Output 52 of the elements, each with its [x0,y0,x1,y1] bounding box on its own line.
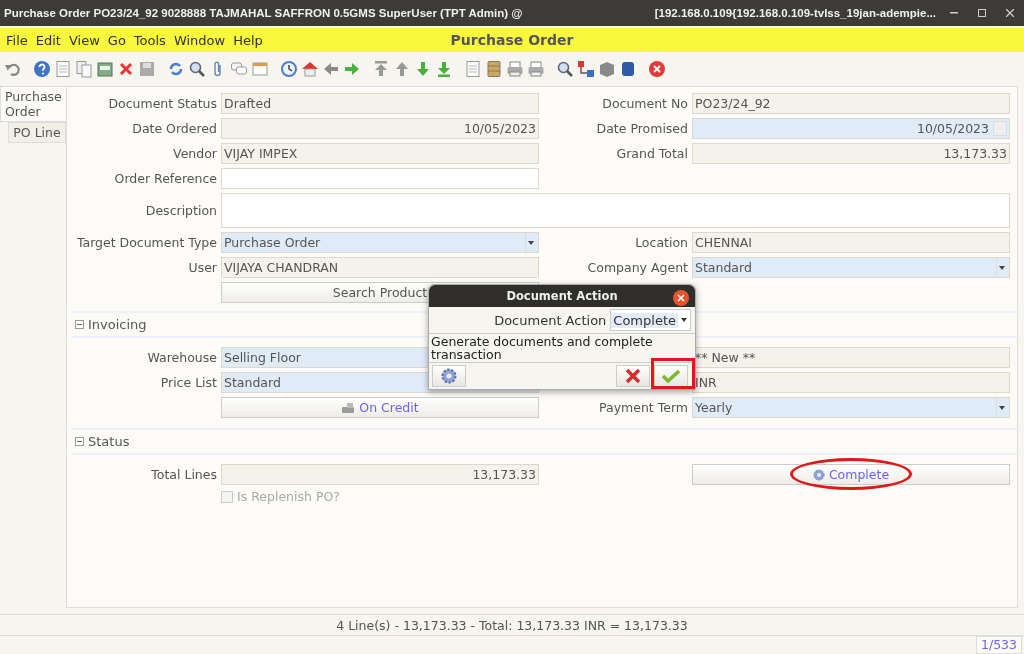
menu-item[interactable]: Tools [133,32,166,48]
dropdown-field[interactable]: Purchase Order [221,232,539,253]
menu-item[interactable]: Go [107,32,126,48]
menu-item[interactable]: View [68,32,100,48]
field-label: User [187,260,217,275]
input-field[interactable]: 10/05/2023 [221,118,539,139]
menu-item[interactable]: File [6,32,28,48]
tab[interactable]: Purchase Order [0,86,66,122]
input-field[interactable]: VIJAYA CHANDRAN [221,257,539,278]
field-label: Description [144,203,217,218]
field-label: Date Promised [595,121,688,136]
status-summary: 4 Line(s) - 13,173.33 - Total: 13,173.33 INR = 13,173.33 [336,617,688,633]
menu-item[interactable]: Edit [35,32,61,48]
window-header: Purchase Order [450,32,574,48]
checkbox-label: Is Replenish PO? [237,489,340,504]
field-label: Document Status [107,96,217,111]
window-title: Purchase Order PO23/24_92 9028888 TAJMAHAL SAFFRON 0.5GMS SuperUser (TPT Admin) @ [4,7,523,19]
input-field[interactable]: Drafted [221,93,539,114]
field-label: Vendor [172,146,217,161]
dropdown-field[interactable]: Standard [692,257,1010,278]
input-field[interactable]: VIJAY IMPEX [221,143,539,164]
action-description: Generate documents and complete transaction [429,333,695,363]
section-title: Invoicing [88,317,147,332]
field-label: Date Ordered [131,121,217,136]
dropdown-field[interactable]: Yearly [692,397,1010,418]
field-label: Grand Total [615,146,688,161]
section-title: Status [88,434,130,449]
action-button[interactable]: On Credit [221,397,539,418]
input-field[interactable]: PO23/24_92 [692,93,1010,114]
field-label: Total Lines [150,467,217,482]
menu-item[interactable]: Window [173,32,226,48]
input-field[interactable]: INR [692,372,1010,393]
tab[interactable]: PO Line [8,122,66,143]
window-title: [192.168.0.109{192.168.0.109-tvlss_19jan-adempie... [654,7,936,19]
field-label: Target Document Type [75,235,217,250]
field-label: Location [634,235,688,250]
field-label: Payment Term [598,400,688,415]
input-field[interactable]: CHENNAI [692,232,1010,253]
menu-item[interactable]: Help [233,32,263,48]
action-button[interactable]: Complete [692,464,1010,485]
input-field[interactable]: 13,173.33 [692,143,1010,164]
field-label: Document No [601,96,688,111]
record-counter: 1/533 [975,636,1022,654]
date-field[interactable]: 10/05/2023 [692,118,1010,139]
field-label: Order Reference [113,171,217,186]
field-label: Company Agent [586,260,688,275]
field-label: Document Action [494,312,607,328]
input-field[interactable]: 13,173.33 [221,464,539,485]
section-header[interactable]: Status [71,428,1017,455]
field-label: Warehouse [146,350,217,365]
field-label: Price List [159,375,217,390]
dropdown-field[interactable]: Complete [610,309,691,331]
